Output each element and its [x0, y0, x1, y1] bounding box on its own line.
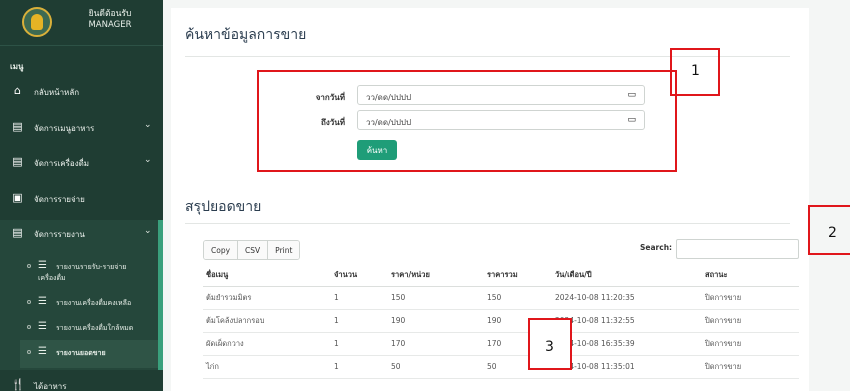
brand-line2: MANAGER — [88, 20, 132, 30]
brand-text: ยินดีต้อนรับ MANAGER — [60, 9, 160, 31]
brand-logo — [22, 7, 52, 37]
sidebar-subitem-sales-report[interactable]: ☰ รายงานยอดขาย — [0, 347, 158, 361]
column-header[interactable]: จำนวน — [331, 264, 388, 287]
subitem-label: รายงานเครื่องดื่มคงเหลือ — [56, 299, 132, 307]
table-cell: 1 — [331, 286, 388, 310]
sales-table: ชื่อเมนู จำนวน ราคา/หน่วย ราคารวม วัน/เด… — [203, 264, 799, 379]
search-section-title: ค้นหาข้อมูลการขาย — [185, 27, 307, 43]
table-cell: ปิดการขาย — [702, 355, 799, 379]
bullet-icon — [27, 325, 31, 329]
callout-number-2: 2 — [828, 225, 837, 241]
table-row: ผัดเผ็ดกวาง 1 170 170 2024-10-08 16:35:3… — [203, 332, 799, 356]
csv-button[interactable]: CSV — [238, 241, 269, 259]
sidebar-subitem-drinks-low[interactable]: ☰ รายงานเครื่องดื่มใกล้หมด — [0, 322, 158, 336]
export-button-group: Copy CSV Print — [203, 240, 301, 260]
sidebar-item-home[interactable]: ⌂ กลับหน้าหลัก — [0, 78, 163, 104]
list-icon: ☰ — [38, 260, 47, 271]
table-cell: 1 — [331, 332, 388, 356]
document-icon: ▤ — [12, 155, 23, 168]
table-cell: 2024-10-08 11:20:35 — [552, 286, 702, 310]
document-icon: ▤ — [12, 120, 23, 133]
table-cell: ไก่ก — [203, 355, 331, 379]
chevron-down-icon: ⌄ — [144, 155, 152, 165]
subitem-label: รายงานยอดขาย — [56, 349, 106, 357]
table-search-label: Search: — [640, 243, 673, 252]
table-cell: 1 — [331, 309, 388, 333]
column-header[interactable]: วัน/เดือน/ปี — [552, 264, 702, 287]
table-cell: 2024-10-08 16:35:39 — [552, 332, 702, 356]
subitem-label-line2: เครื่องดื่ม — [38, 274, 66, 282]
table-cell: ปิดการขาย — [702, 309, 799, 333]
bullet-icon — [27, 350, 31, 354]
menu-header: เมนู — [10, 62, 24, 71]
table-search-input[interactable] — [676, 239, 799, 259]
table-header-row: ชื่อเมนู จำนวน ราคา/หน่วย ราคารวม วัน/เด… — [203, 264, 799, 287]
subitem-label-line1: รายงานรายรับ-รายจ่าย — [56, 263, 127, 271]
money-icon: ▣ — [12, 191, 23, 204]
table-row: ต้มยำรวมมิตร 1 150 150 2024-10-08 11:20:… — [203, 286, 799, 310]
table-cell: ต้มโคล้งปลากรอบ — [203, 309, 331, 333]
sidebar-item-label: ได้อาหาร — [34, 382, 67, 391]
sidebar-item-reports[interactable]: ▤ จัดการรายงาน ⌄ — [0, 220, 163, 246]
home-icon: ⌂ — [14, 84, 21, 97]
column-header[interactable]: ราคารวม — [484, 264, 552, 287]
sidebar-item-label: จัดการรายจ่าย — [34, 195, 85, 204]
bullet-icon — [27, 300, 31, 304]
sidebar-item-label: จัดการเมนูอาหาร — [34, 124, 95, 133]
chevron-down-icon: ⌄ — [144, 120, 152, 130]
list-icon: ☰ — [38, 321, 47, 332]
callout-box-1 — [257, 70, 677, 172]
column-header[interactable]: ชื่อเมนู — [203, 264, 331, 287]
table-cell: 150 — [484, 286, 552, 310]
sidebar: ยินดีต้อนรับ MANAGER เมนู ⌂ กลับหน้าหลัก… — [0, 0, 163, 391]
summary-section-title: สรุปยอดขาย — [185, 199, 262, 215]
subitem-label: รายงานเครื่องดื่มใกล้หมด — [56, 324, 134, 332]
table-cell: 170 — [388, 332, 484, 356]
copy-button[interactable]: Copy — [204, 241, 239, 259]
table-cell: ผัดเผ็ดกวาง — [203, 332, 331, 356]
brand-line1: ยินดีต้อนรับ — [88, 9, 132, 19]
table-cell: 1 — [331, 355, 388, 379]
chevron-down-icon: ⌄ — [144, 226, 152, 236]
app-root: ยินดีต้อนรับ MANAGER เมนู ⌂ กลับหน้าหลัก… — [0, 0, 850, 391]
table-row: ไก่ก 1 50 50 2024-10-08 11:35:01 ปิดการข… — [203, 355, 799, 379]
table-cell: 150 — [388, 286, 484, 310]
table-cell: ต้มยำรวมมิตร — [203, 286, 331, 310]
callout-number-3: 3 — [545, 339, 554, 355]
table-cell: 2024-10-08 11:32:55 — [552, 309, 702, 333]
callout-number-1: 1 — [691, 63, 700, 79]
table-row: ต้มโคล้งปลากรอบ 1 190 190 2024-10-08 11:… — [203, 309, 799, 333]
sidebar-item-label: จัดการรายงาน — [34, 230, 85, 239]
sidebar-item-expenses[interactable]: ▣ จัดการรายจ่าย — [0, 185, 163, 211]
bullet-icon — [27, 264, 31, 268]
sidebar-item-food-menu[interactable]: ▤ จัดการเมนูอาหาร ⌄ — [0, 114, 163, 140]
print-button[interactable]: Print — [268, 241, 300, 259]
list-icon: ☰ — [38, 296, 47, 307]
sidebar-subitem-drinks-remaining[interactable]: ☰ รายงานเครื่องดื่มคงเหลือ — [0, 297, 158, 311]
column-header[interactable]: สถานะ — [702, 264, 799, 287]
document-icon: ▤ — [12, 226, 23, 239]
divider — [185, 223, 790, 224]
list-icon: ☰ — [38, 346, 47, 357]
table-cell: 50 — [388, 355, 484, 379]
table-cell: 190 — [388, 309, 484, 333]
utensils-icon: 🍴 — [11, 378, 25, 391]
table-cell: ปิดการขาย — [702, 286, 799, 310]
column-header[interactable]: ราคา/หน่วย — [388, 264, 484, 287]
sidebar-subitem-income-expense[interactable]: ☰ รายงานรายรับ-รายจ่าย เครื่องดื่ม — [0, 260, 158, 286]
brand: ยินดีต้อนรับ MANAGER — [0, 0, 163, 46]
table-cell: ปิดการขาย — [702, 332, 799, 356]
sidebar-item-label: จัดการเครื่องดื่ม — [34, 159, 90, 168]
sidebar-item-food[interactable]: 🍴 ได้อาหาร — [0, 372, 163, 391]
table-cell: 2024-10-08 11:35:01 — [552, 355, 702, 379]
sidebar-item-drinks[interactable]: ▤ จัดการเครื่องดื่ม ⌄ — [0, 149, 163, 175]
sidebar-item-label: กลับหน้าหลัก — [34, 88, 80, 97]
